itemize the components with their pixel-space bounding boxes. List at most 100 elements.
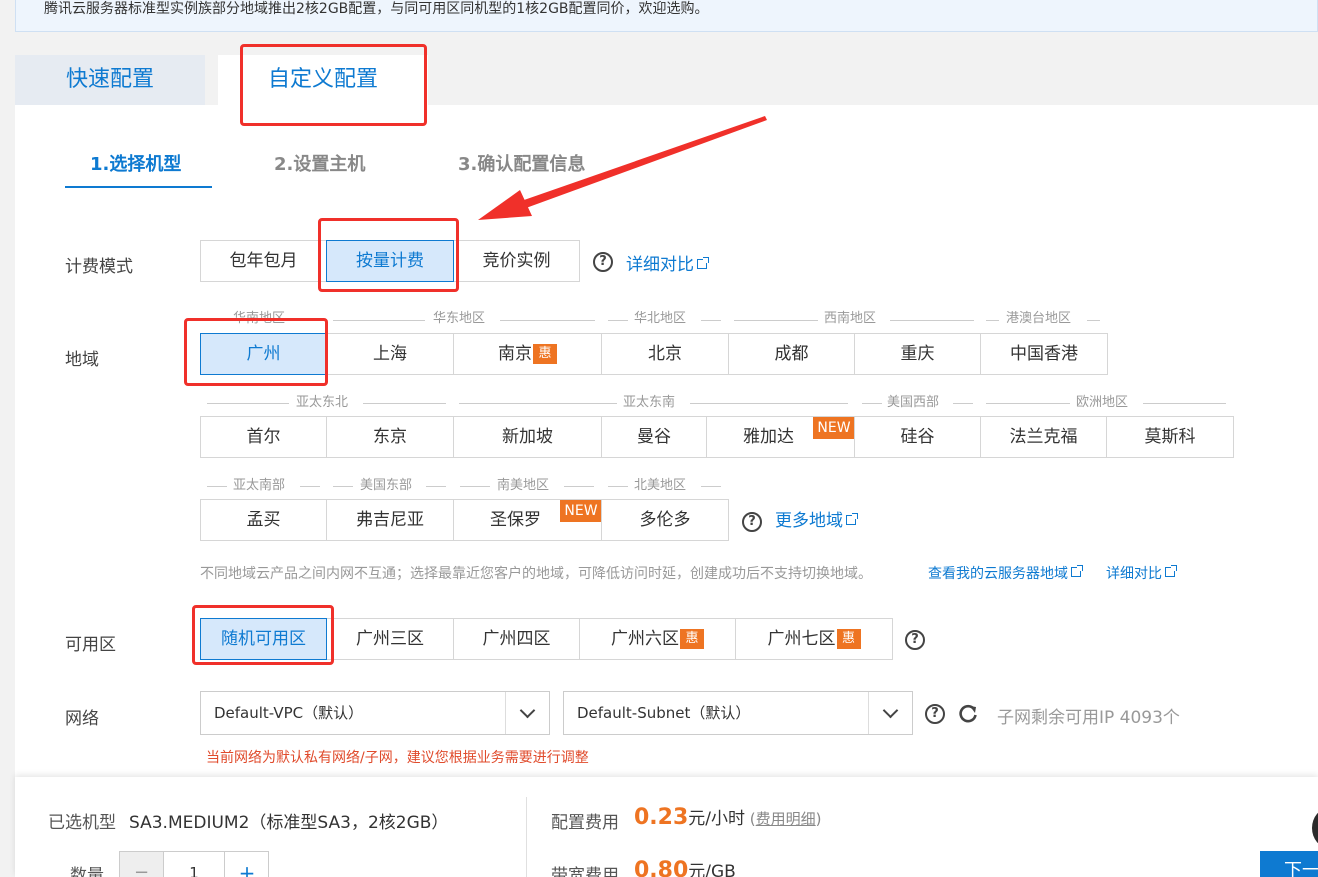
region-chengdu[interactable]: 成都 (728, 333, 855, 375)
group-divider (564, 486, 594, 487)
region-chongqing[interactable]: 重庆 (854, 333, 981, 375)
footer-divider (526, 797, 527, 877)
step-select-model[interactable]: 1.选择机型 (90, 151, 181, 179)
region-compare-link[interactable]: 详细对比 (1106, 563, 1177, 583)
group-label-ap-northeast: 亚太东北 (296, 395, 349, 410)
group-divider (460, 486, 490, 487)
vpc-select-value: Default-VPC（默认） (214, 704, 364, 722)
billing-option-prepaid[interactable]: 包年包月 (200, 240, 327, 282)
help-icon[interactable]: ? (905, 630, 925, 650)
billing-compare-link[interactable]: 详细对比 (626, 250, 709, 275)
minus-button[interactable]: − (120, 852, 164, 877)
vpc-select[interactable]: Default-VPC（默认） (200, 691, 550, 735)
group-label-southwest: 西南地区 (824, 311, 877, 326)
bandwidth-fee-unit: 元/GB (688, 862, 736, 877)
region-beijing[interactable]: 北京 (601, 333, 729, 375)
config-fee: 0.23元/小时 (费用明细) (634, 804, 822, 830)
step-setup-host[interactable]: 2.设置主机 (274, 151, 365, 179)
billing-label: 计费模式 (65, 257, 133, 277)
region-sao-paulo[interactable]: 圣保罗 NEW (453, 499, 602, 541)
group-label-us-west: 美国西部 (887, 395, 940, 410)
annotation-box-postpaid (318, 218, 459, 292)
group-label-ap-south: 亚太南部 (233, 478, 286, 493)
bandwidth-fee: 0.80元/GB (634, 857, 736, 877)
fee-detail-link[interactable]: 费用明细 (756, 810, 816, 828)
group-label-ap-southeast: 亚太东南 (623, 395, 676, 410)
group-divider (333, 486, 353, 487)
region-moscow[interactable]: 莫斯科 (1106, 416, 1234, 458)
group-divider (734, 320, 818, 321)
region-singapore[interactable]: 新加坡 (453, 416, 602, 458)
region-shanghai[interactable]: 上海 (326, 333, 454, 375)
group-divider (1143, 403, 1226, 404)
discount-badge: 惠 (680, 629, 704, 649)
region-hongkong[interactable]: 中国香港 (980, 333, 1108, 375)
region-jakarta[interactable]: 雅加达 NEW (706, 416, 855, 458)
group-divider (986, 403, 1070, 404)
region-bangkok[interactable]: 曼谷 (601, 416, 707, 458)
group-divider (333, 320, 425, 321)
discount-badge: 惠 (836, 629, 861, 649)
group-divider (426, 486, 446, 487)
group-label-us-east: 美国东部 (360, 478, 413, 493)
zone-guangzhou-7[interactable]: 广州七区惠 (735, 618, 893, 660)
view-my-regions-link[interactable]: 查看我的云服务器地域 (928, 563, 1083, 583)
group-label-hk-macau-tw: 港澳台地区 (1006, 311, 1072, 326)
network-warning: 当前网络为默认私有网络/子网，建议您根据业务需要进行调整 (206, 750, 589, 766)
region-hint: 不同地域云产品之间内网不互通；选择最靠近您客户的地域，可降低访问时延，创建成功后… (200, 566, 872, 582)
help-icon[interactable]: ? (742, 512, 762, 532)
refresh-icon[interactable] (957, 703, 979, 725)
region-mumbai[interactable]: 孟买 (200, 499, 327, 541)
group-divider (701, 486, 721, 487)
region-toronto[interactable]: 多伦多 (601, 499, 729, 541)
zone-guangzhou-3[interactable]: 广州三区 (326, 618, 454, 660)
config-fee-value: 0.23 (634, 805, 689, 830)
quantity-label: 数量 (70, 866, 104, 877)
plus-button[interactable]: + (224, 852, 269, 877)
external-link-icon (697, 257, 709, 269)
group-divider (300, 486, 320, 487)
bandwidth-fee-label: 带宽费用 (551, 866, 619, 877)
region-virginia[interactable]: 弗吉尼亚 (326, 499, 454, 541)
chevron-down-icon[interactable] (868, 692, 912, 734)
bandwidth-fee-value: 0.80 (634, 858, 689, 877)
group-divider (608, 486, 628, 487)
region-seoul[interactable]: 首尔 (200, 416, 327, 458)
chevron-down-icon[interactable] (505, 692, 549, 734)
step-active-underline (65, 186, 212, 188)
subnet-select-value: Default-Subnet（默认） (577, 704, 751, 722)
remaining-ip-text: 子网剩余可用IP 4093个 (997, 708, 1180, 728)
fee-detail-close: ) (815, 810, 822, 828)
help-icon[interactable]: ? (593, 252, 613, 272)
group-divider (890, 320, 974, 321)
group-divider (953, 403, 973, 404)
group-divider (862, 403, 882, 404)
quantity-input[interactable]: 1 (164, 852, 224, 877)
group-label-europe: 欧洲地区 (1076, 395, 1129, 410)
external-link-icon (1071, 565, 1083, 577)
region-tokyo[interactable]: 东京 (326, 416, 454, 458)
group-label-south-america: 南美地区 (497, 478, 550, 493)
selected-model-label: 已选机型 (48, 813, 116, 833)
group-divider (608, 320, 628, 321)
tab-quick-config[interactable]: 快速配置 (15, 55, 205, 105)
group-divider (500, 320, 595, 321)
group-label-east-china: 华东地区 (433, 311, 486, 326)
region-nanjing[interactable]: 南京惠 (453, 333, 602, 375)
subnet-select[interactable]: Default-Subnet（默认） (563, 691, 913, 735)
group-divider (459, 403, 617, 404)
billing-option-spot[interactable]: 竞价实例 (453, 240, 580, 282)
more-regions-link[interactable]: 更多地域 (775, 506, 858, 531)
group-divider (1087, 320, 1100, 321)
config-fee-label: 配置费用 (551, 813, 619, 833)
next-button[interactable]: 下一 (1260, 851, 1318, 877)
zone-guangzhou-4[interactable]: 广州四区 (453, 618, 580, 660)
region-frankfurt[interactable]: 法兰克福 (980, 416, 1107, 458)
annotation-box-custom-tab (240, 44, 427, 126)
new-badge: NEW (560, 500, 602, 522)
region-silicon-valley[interactable]: 硅谷 (854, 416, 981, 458)
help-icon[interactable]: ? (925, 704, 945, 724)
region-label: 地域 (65, 350, 99, 370)
zone-guangzhou-6[interactable]: 广州六区惠 (579, 618, 736, 660)
discount-badge: 惠 (533, 344, 557, 364)
